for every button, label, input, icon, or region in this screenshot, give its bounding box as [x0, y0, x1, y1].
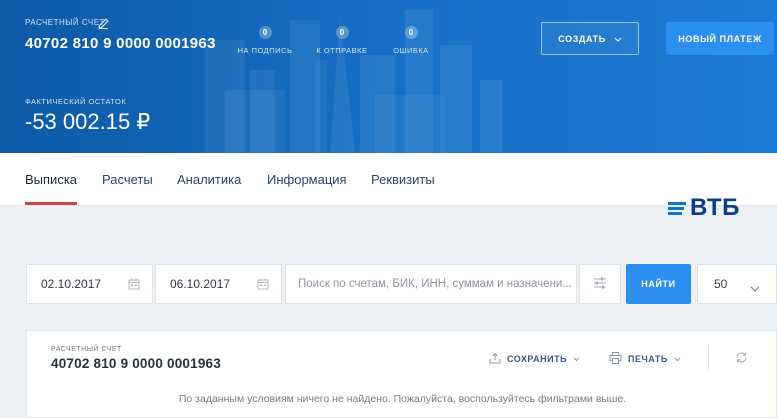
date-from-field[interactable]: 02.10.2017 [26, 264, 153, 304]
create-dropdown-button[interactable]: СОЗДАТЬ [541, 22, 639, 55]
panel-account-number: 40702 810 9 0000 0001963 [51, 356, 221, 371]
save-button-label: СОХРАНИТЬ [507, 354, 568, 364]
printer-icon [609, 352, 622, 366]
filter-settings-button[interactable] [579, 264, 621, 304]
counter-to-send[interactable]: 0 К ОТПРАВКЕ [302, 22, 382, 55]
tab-requisites[interactable]: Реквизиты [371, 172, 435, 187]
per-page-select[interactable]: 50 [697, 264, 777, 304]
counter-label: НА ПОДПИСЬ [237, 46, 293, 55]
vtb-logo: ВТБ [668, 194, 740, 222]
balance-label: ФАКТИЧЕСКИЙ ОСТАТОК [25, 97, 127, 106]
counter-to-sign[interactable]: 0 НА ПОДПИСЬ [225, 22, 305, 55]
counter-badge: 0 [404, 26, 418, 39]
print-button-label: ПЕЧАТЬ [628, 354, 668, 364]
per-page-value: 50 [714, 277, 728, 291]
calendar-icon[interactable] [128, 278, 140, 293]
chevron-down-icon [750, 281, 760, 295]
active-tab-indicator [25, 202, 77, 205]
account-label: РАСЧЕТНЫЙ СЧЕТ [25, 18, 105, 27]
toolbar-divider [708, 345, 709, 371]
search-field [285, 264, 577, 304]
date-to-field[interactable]: 06.10.2017 [155, 264, 282, 304]
main-tabs: Выписка Расчеты Аналитика Информация Рек… [0, 153, 777, 206]
save-dropdown-button[interactable]: СОХРАНИТЬ [489, 352, 580, 366]
logo-text: ВТБ [690, 194, 740, 221]
new-payment-button[interactable]: НОВЫЙ ПЛАТЕЖ [666, 22, 774, 55]
chevron-down-icon [674, 354, 681, 364]
counter-label: К ОТПРАВКЕ [316, 46, 368, 55]
tab-payments[interactable]: Расчеты [102, 172, 153, 187]
calendar-icon[interactable] [257, 278, 269, 293]
tab-analytics[interactable]: Аналитика [177, 172, 241, 187]
edit-pencil-icon[interactable] [98, 16, 109, 34]
panel-account-label: РАСЧЕТНЫЙ СЧЕТ [51, 346, 122, 353]
counter-badge: 0 [335, 26, 349, 39]
balance-value: -53 002.15 ₽ [25, 109, 151, 134]
counter-error[interactable]: 0 ОШИБКА [371, 22, 451, 55]
counter-badge: 0 [258, 26, 272, 39]
search-input[interactable] [296, 277, 575, 291]
print-dropdown-button[interactable]: ПЕЧАТЬ [609, 352, 681, 366]
statement-panel: РАСЧЕТНЫЙ СЧЕТ 40702 810 9 0000 0001963 … [26, 330, 777, 418]
account-number: 40702 810 9 0000 0001963 [25, 35, 216, 52]
date-from-value: 02.10.2017 [41, 277, 102, 291]
tab-statement[interactable]: Выписка [25, 172, 77, 187]
chevron-down-icon [573, 354, 580, 364]
upload-icon [489, 352, 501, 366]
find-button[interactable]: НАЙТИ [626, 264, 691, 304]
logo-stripes-icon [668, 201, 686, 215]
tab-information[interactable]: Информация [267, 172, 347, 187]
refresh-icon[interactable] [735, 351, 748, 369]
create-button-label: СОЗДАТЬ [558, 33, 606, 44]
chevron-down-icon [614, 34, 622, 44]
account-header: РАСЧЕТНЫЙ СЧЕТ 40702 810 9 0000 0001963 … [0, 0, 777, 153]
counter-label: ОШИБКА [393, 46, 429, 55]
empty-results-message: По заданным условиям ничего не найдено. … [178, 393, 627, 405]
filter-sliders-icon [593, 277, 607, 292]
date-to-value: 06.10.2017 [170, 277, 231, 291]
